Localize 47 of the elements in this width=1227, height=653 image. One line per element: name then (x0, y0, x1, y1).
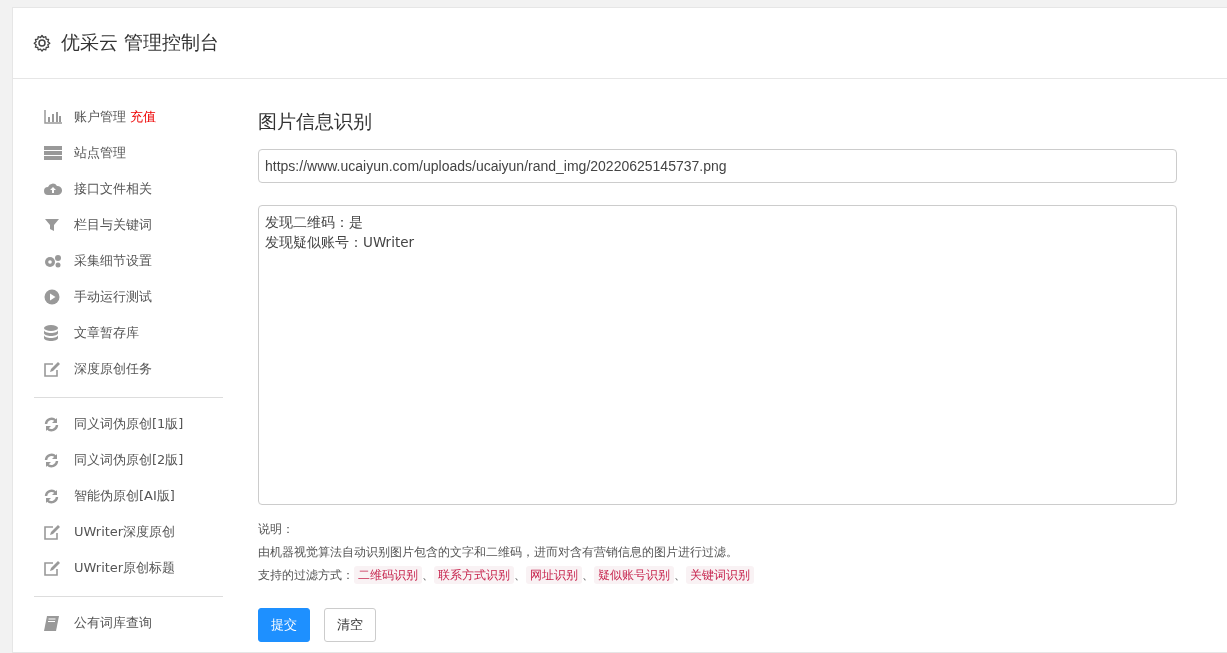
sidebar-item[interactable]: 深度原创任务 (34, 351, 223, 387)
clear-button[interactable]: 清空 (324, 608, 376, 642)
edit-icon (44, 361, 60, 377)
separator-text: 、 (582, 568, 594, 582)
sidebar-item[interactable]: 栏目与关键词 (34, 207, 223, 243)
filter-method-tag: 联系方式识别 (434, 566, 514, 584)
settings-icon (33, 34, 51, 52)
bar-chart-icon (44, 110, 62, 124)
filter-method-tag: 二维码识别 (354, 566, 422, 584)
recharge-link[interactable]: 充值 (130, 109, 157, 124)
sidebar-item[interactable]: UWriter深度原创 (34, 514, 223, 550)
sidebar-item[interactable]: UWriter原创标题 (34, 550, 223, 586)
sidebar-item[interactable]: 同义词伪原创[2版] (34, 442, 223, 478)
notes-heading: 说明： (258, 521, 295, 538)
sidebar-item[interactable]: 采集细节设置 (34, 243, 223, 279)
sidebar-item[interactable]: 文章暂存库 (34, 315, 223, 351)
separator-text: 、 (422, 568, 434, 582)
filter-method-tag: 疑似账号识别 (594, 566, 674, 584)
edit-icon (44, 560, 60, 576)
separator-text: 、 (674, 568, 686, 582)
edit-icon (44, 524, 60, 540)
sidebar-item[interactable]: 接口文件相关 (34, 171, 223, 207)
gears-icon (44, 254, 62, 268)
refresh-icon (44, 452, 59, 468)
sidebar-item[interactable]: 公有词库查询 (34, 605, 223, 641)
section-title: 图片信息识别 (258, 109, 373, 134)
sidebar-item[interactable]: 账户管理 充值 (34, 99, 223, 135)
cloud-upload-icon (44, 182, 62, 196)
app-title: 优采云 管理控制台 (61, 30, 220, 55)
filter-method-tag: 网址识别 (526, 566, 582, 584)
play-icon (44, 289, 60, 305)
url-field[interactable]: https://www.ucaiyun.com/uploads/ucaiyun/rand_img/20220625145737.png (258, 149, 1177, 183)
result-text-area[interactable]: 发现二维码：是 发现疑似账号：UWriter (258, 205, 1177, 505)
separator-text: 、 (514, 568, 526, 582)
sidebar-item[interactable]: 手动运行测试 (34, 279, 223, 315)
book-icon (44, 615, 59, 631)
database-icon (44, 325, 58, 341)
sidebar-item[interactable]: 同义词伪原创[1版] (34, 406, 223, 442)
description-text: 由机器视觉算法自动识别图片包含的文字和二维码，进而对含有营销信息的图片进行过滤。 (258, 544, 739, 561)
filter-method-tag: 关键词识别 (686, 566, 754, 584)
sidebar-item[interactable]: 站点管理 (34, 135, 223, 171)
methods-label: 支持的过滤方式： (258, 568, 354, 582)
refresh-icon (44, 488, 59, 504)
refresh-icon (44, 416, 59, 432)
filter-icon (44, 218, 60, 232)
sidebar-item[interactable]: 智能伪原创[AI版] (34, 478, 223, 514)
server-icon (44, 146, 62, 160)
